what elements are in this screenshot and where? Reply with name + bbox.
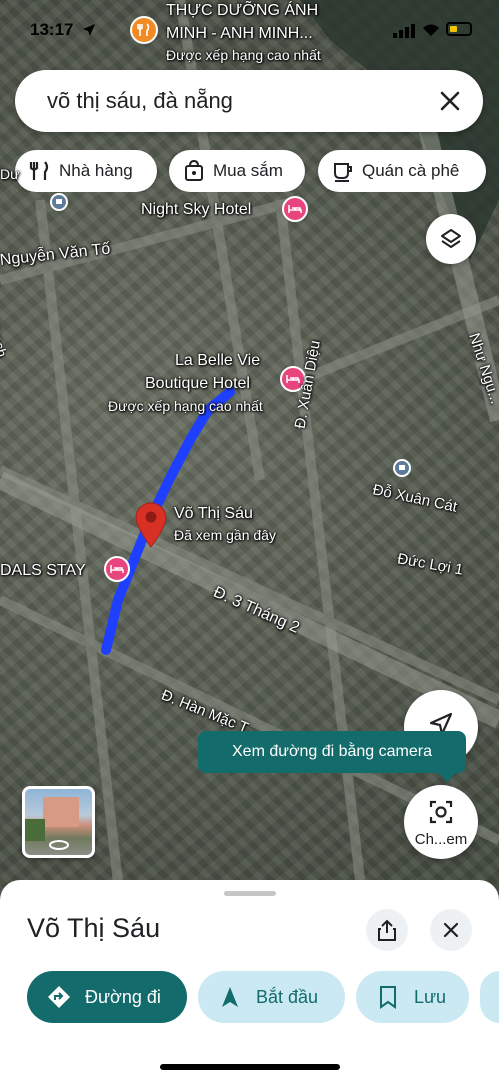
- battery-icon: [446, 22, 472, 36]
- fork-knife-icon: [137, 23, 150, 36]
- chip-label: Mua sắm: [213, 161, 283, 180]
- street-label-du: Dư: [0, 166, 20, 182]
- home-indicator: [160, 1064, 340, 1070]
- bus-stop-pin[interactable]: [393, 459, 411, 477]
- place-bottom-sheet[interactable]: Võ Thị Sáu Đường đi Bắt đầu Lưu: [0, 880, 499, 1080]
- close-icon: [440, 91, 460, 111]
- camera-directions-tooltip[interactable]: Xem đường đi bằng camera: [198, 731, 466, 782]
- place-name-line1[interactable]: THỰC DƯỠNG ÁNH: [166, 2, 318, 20]
- status-time: 13:17: [30, 20, 74, 39]
- start-button[interactable]: Bắt đầu: [198, 971, 345, 1023]
- hotel-pin-dals-stay[interactable]: [104, 556, 130, 582]
- selected-place-note: Đã xem gần đây: [174, 527, 276, 543]
- hotel-label-dals-stay[interactable]: DALS STAY: [0, 562, 86, 580]
- action-label: Đường đi: [85, 986, 161, 1007]
- chip-label: Nhà hàng: [59, 161, 133, 180]
- search-input[interactable]: võ thị sáu, đà nẵng: [47, 88, 233, 114]
- location-arrow-icon: [83, 24, 95, 36]
- camera-button-label: Ch...em: [414, 831, 468, 848]
- selected-place-label[interactable]: Võ Thị Sáu: [174, 505, 253, 523]
- coffee-cup-icon: [334, 163, 352, 182]
- camera-scan-icon: [429, 800, 453, 824]
- bookmark-icon: [380, 986, 396, 1009]
- selected-location-pin-icon[interactable]: [134, 500, 168, 548]
- directions-button[interactable]: Đường đi: [27, 971, 187, 1023]
- hotel-rating-note: Được xếp hạng cao nhất: [108, 398, 263, 414]
- bed-icon: [110, 565, 124, 573]
- place-name-line2[interactable]: MINH - ANH MINH...: [166, 25, 313, 43]
- category-chips: Nhà hàng Mua sắm Quán cà phê: [15, 150, 499, 192]
- close-sheet-button[interactable]: [430, 909, 472, 951]
- chip-shopping[interactable]: Mua sắm: [169, 150, 305, 192]
- bus-icon: [399, 465, 405, 470]
- bus-icon: [56, 199, 62, 204]
- camera-view-button[interactable]: Ch...em: [404, 785, 478, 859]
- chip-restaurants[interactable]: Nhà hàng: [15, 150, 157, 192]
- navigation-arrow-icon: [222, 987, 238, 1007]
- layers-icon: [441, 229, 461, 248]
- hotel-label-la-belle-vie-2[interactable]: Boutique Hotel: [145, 375, 250, 393]
- signal-icon: [393, 24, 415, 38]
- clear-search-button[interactable]: [435, 86, 465, 116]
- directions-icon: [48, 986, 70, 1008]
- street-view-thumbnail[interactable]: [22, 786, 95, 858]
- close-icon: [443, 922, 459, 938]
- more-actions-button[interactable]: [480, 971, 499, 1023]
- share-button[interactable]: [366, 909, 408, 951]
- bed-icon: [288, 205, 302, 213]
- hotel-label-la-belle-vie-1[interactable]: La Belle Vie: [175, 352, 260, 370]
- chip-label: Quán cà phê: [362, 161, 460, 180]
- bed-icon: [286, 375, 300, 383]
- action-label: Lưu: [414, 986, 447, 1007]
- restaurant-pin[interactable]: [130, 16, 158, 44]
- chip-cafe[interactable]: Quán cà phê: [318, 150, 486, 192]
- tooltip-text: Xem đường đi bằng camera: [232, 743, 432, 760]
- search-bar[interactable]: võ thị sáu, đà nẵng: [15, 70, 483, 132]
- map-layers-button[interactable]: [426, 214, 476, 264]
- bus-stop-pin[interactable]: [50, 193, 68, 211]
- sheet-drag-handle[interactable]: [224, 891, 276, 896]
- rotate-360-icon: [49, 840, 69, 850]
- share-icon: [378, 919, 396, 941]
- place-rating-note: Được xếp hạng cao nhất: [166, 47, 321, 63]
- hotel-pin-night-sky[interactable]: [282, 196, 308, 222]
- hotel-label-night-sky[interactable]: Night Sky Hotel: [141, 201, 251, 219]
- wifi-icon: [423, 24, 439, 36]
- place-title: Võ Thị Sáu: [27, 913, 161, 943]
- action-label: Bắt đầu: [256, 986, 319, 1007]
- save-button[interactable]: Lưu: [356, 971, 469, 1023]
- shopping-bag-icon: [185, 160, 203, 181]
- fork-knife-icon: [29, 161, 49, 180]
